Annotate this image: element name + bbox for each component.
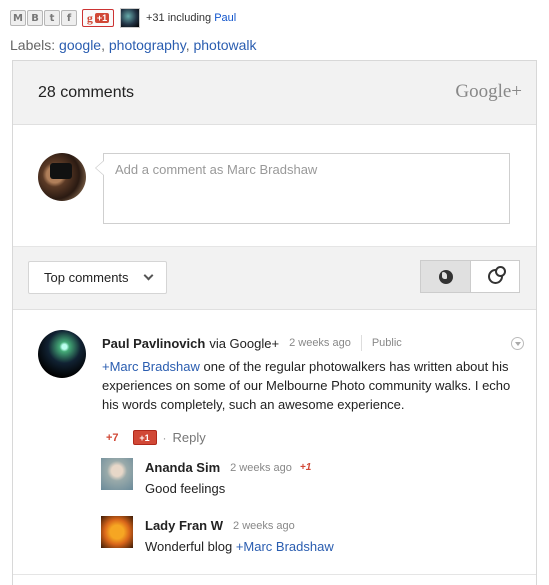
comment-input-placeholder: Add a comment as Marc Bradshaw (115, 162, 318, 177)
avatar[interactable] (38, 330, 86, 378)
google-plus-logo: Google+ (455, 81, 522, 102)
labels-prefix: Labels: (10, 37, 56, 53)
reply-text: Good feelings (145, 480, 525, 498)
label-link-photowalk[interactable]: photowalk (193, 37, 256, 53)
comment-count: 28 comments (38, 84, 135, 101)
comment-input[interactable]: Add a comment as Marc Bradshaw (95, 153, 510, 224)
blogger-icon[interactable]: B (27, 10, 43, 26)
comment-text: +Marc Bradshaw one of the regular photow… (102, 357, 512, 414)
comments-widget: 28 comments Google+ Add a comment as Mar… (12, 60, 537, 585)
mention-link[interactable]: +Marc Bradshaw (236, 539, 334, 554)
reply-body: Lady Fran W 2 weeks ago Wonderful blog +… (145, 518, 525, 556)
action-separator: · (162, 430, 167, 445)
plus-one-label: +1 (94, 13, 110, 23)
reply-body: Ananda Sim 2 weeks ago +1 Good feelings (145, 460, 525, 498)
comment-via: via Google+ (209, 335, 280, 351)
comment-author[interactable]: Paul Pavlinovich (102, 334, 205, 353)
reply-text-body: Good feelings (145, 481, 226, 496)
plus-count-text: +31 including (146, 12, 215, 24)
reply-text: Wonderful blog +Marc Bradshaw (145, 538, 525, 556)
twitter-icon[interactable]: t (44, 10, 60, 26)
avatar[interactable] (101, 516, 133, 548)
avatar[interactable] (101, 458, 133, 490)
public-filter-button[interactable] (420, 260, 470, 293)
comment-visibility: Public (371, 336, 402, 349)
reply-meta: Lady Fran W 2 weeks ago (145, 518, 525, 534)
comment-menu-icon[interactable] (511, 337, 524, 350)
avatar[interactable] (120, 8, 140, 28)
comment-body: Paul Pavlinovich via Google+ 2 weeks ago… (102, 334, 524, 414)
reply-plus-count: +1 (299, 462, 312, 473)
reply-author[interactable]: Lady Fran W (145, 517, 223, 535)
divider (13, 574, 536, 575)
reply-meta: Ananda Sim 2 weeks ago +1 (145, 460, 525, 476)
mention-link[interactable]: +Marc Bradshaw (102, 359, 200, 374)
label-link-photography[interactable]: photography (109, 37, 186, 53)
circles-filter-button[interactable] (470, 260, 520, 293)
reply-author[interactable]: Ananda Sim (145, 459, 220, 477)
visibility-toggle (420, 260, 520, 293)
avatar (38, 153, 86, 201)
plus-count-name-link[interactable]: Paul (214, 12, 236, 24)
sort-dropdown[interactable]: Top comments (28, 261, 167, 294)
plus-one-button[interactable]: +1 (132, 430, 157, 445)
label-link-google[interactable]: google (59, 37, 101, 53)
camera-icon (50, 163, 72, 179)
plus-one-button[interactable]: g +1 (82, 9, 114, 27)
comments-header: 28 comments Google+ (13, 61, 536, 125)
google-g-icon: g (86, 10, 93, 25)
compose-area: Add a comment as Marc Bradshaw (13, 125, 536, 247)
reply-text-body: Wonderful blog (145, 539, 236, 554)
comment-time[interactable]: 2 weeks ago (289, 334, 351, 353)
divider (360, 335, 362, 351)
circles-icon (487, 266, 506, 284)
label-separator: , (101, 37, 109, 53)
share-bar: M B t f g +1 +31 including Paul (10, 8, 236, 28)
reply-time[interactable]: 2 weeks ago (233, 517, 295, 535)
sort-label: Top comments (44, 270, 129, 285)
email-icon[interactable]: M (10, 10, 26, 26)
reply-link[interactable]: Reply (173, 430, 206, 445)
reply-time[interactable]: 2 weeks ago (230, 459, 292, 477)
comments-toolbar: Top comments (13, 247, 536, 310)
facebook-icon[interactable]: f (61, 10, 77, 26)
comment-actions: +7 +1 · Reply (106, 430, 206, 445)
plus-count: +31 including Paul (146, 12, 236, 24)
comment-meta: Paul Pavlinovich via Google+ 2 weeks ago… (102, 334, 524, 353)
plus-count: +7 (106, 431, 119, 444)
chevron-down-icon (143, 270, 154, 281)
globe-icon (438, 269, 453, 284)
labels-line: Labels: google, photography, photowalk (10, 37, 257, 53)
